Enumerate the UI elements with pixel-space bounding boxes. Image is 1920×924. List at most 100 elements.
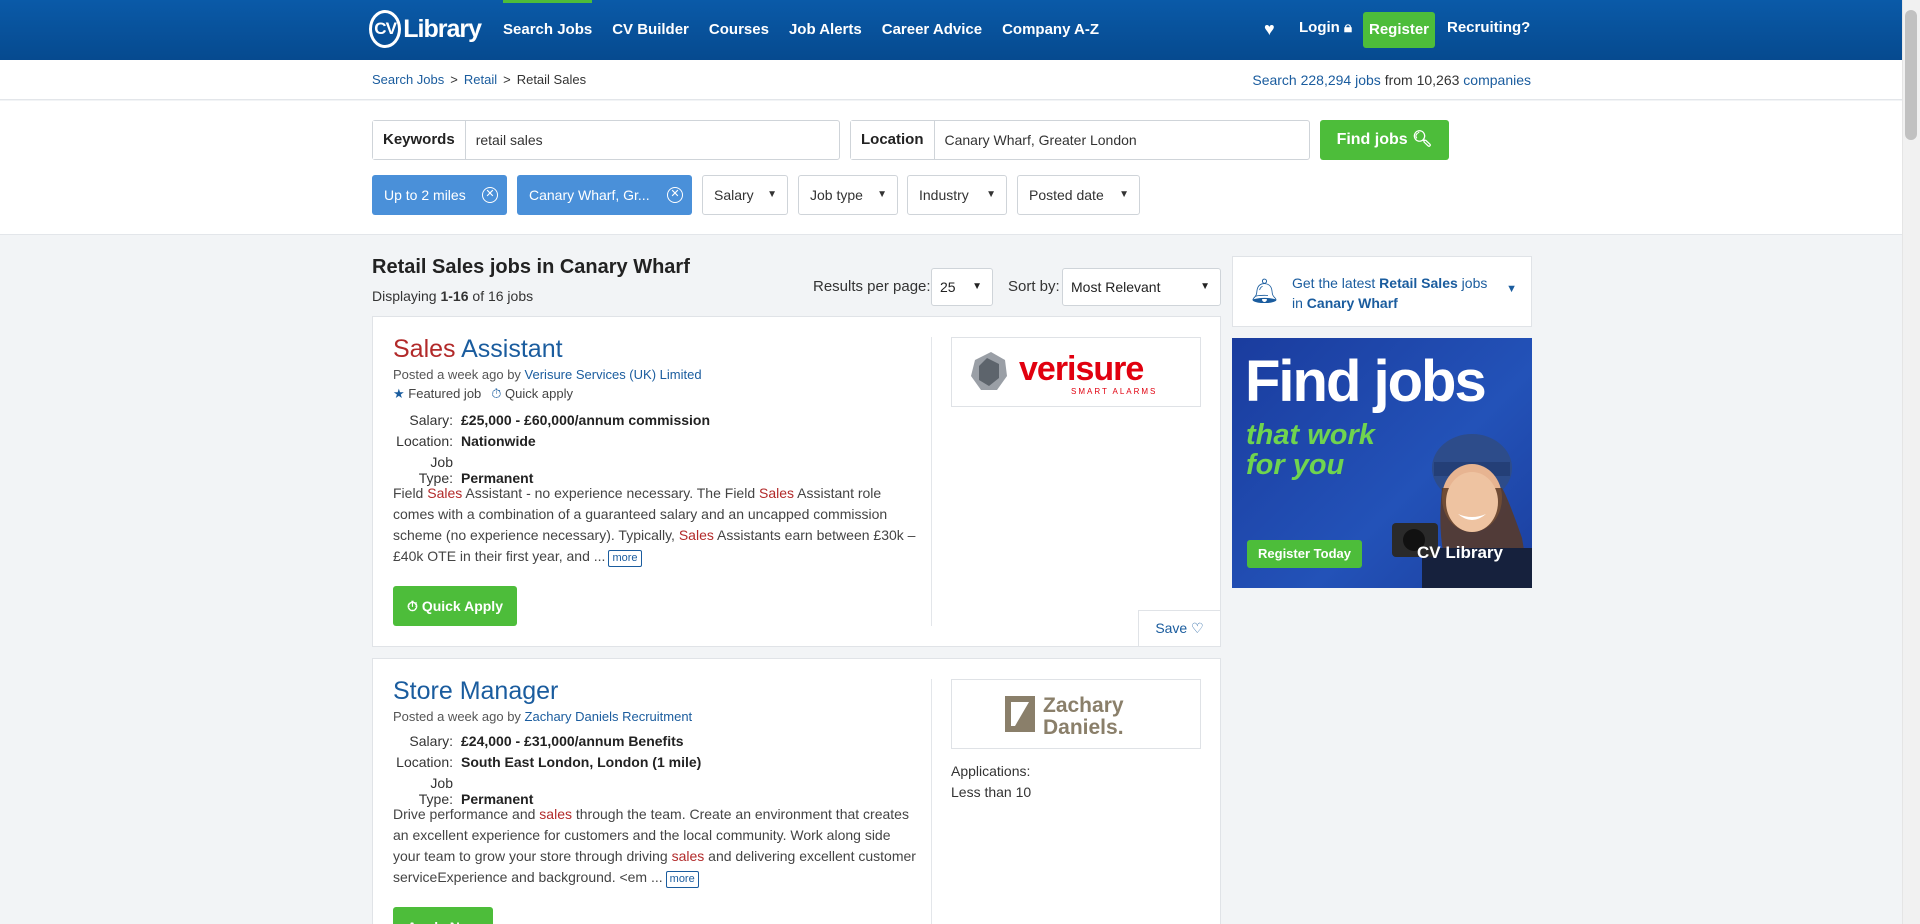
close-icon[interactable]: ✕ — [667, 187, 683, 203]
nav-company-a-z[interactable]: Company A-Z — [1002, 0, 1099, 60]
stopwatch-icon: ⏱︎ — [407, 598, 418, 614]
apply-now-button[interactable]: Apply Now — [393, 907, 494, 924]
cv-library-logo[interactable]: CV Library — [369, 8, 482, 50]
posted-date-dropdown-label: Posted date — [1029, 187, 1104, 203]
job-salary: Salary: £25,000 - £60,000/annum commissio… — [393, 412, 710, 428]
ad-headline: Find jobs — [1245, 349, 1487, 414]
search-panel: Keywords Location Find jobs 🔍︎ Up to 2 m… — [0, 101, 1902, 235]
salary-key: Salary: — [409, 412, 453, 428]
salary-value: £25,000 - £60,000/annum commission — [461, 412, 711, 428]
company-logo[interactable]: Zachary Daniels. — [951, 679, 1201, 749]
job-posted-text: Posted a week ago by — [393, 709, 521, 724]
job-type: Job Type: Permanent — [393, 454, 534, 486]
location-input[interactable] — [934, 121, 1309, 159]
job-type-dropdown-label: Job type — [810, 187, 863, 203]
jobcount-jobs: 228,294 — [1300, 72, 1352, 88]
chevron-down-icon: ▼ — [1119, 189, 1129, 200]
job-card: Store Manager Posted a week ago by Zacha… — [372, 658, 1221, 924]
register-button[interactable]: Register — [1363, 12, 1435, 48]
more-button[interactable]: more — [665, 871, 699, 888]
results-of: of 16 jobs — [472, 288, 534, 304]
job-location: Location: Nationwide — [393, 433, 536, 449]
login-label: Login — [1299, 19, 1340, 36]
close-icon[interactable]: ✕ — [482, 187, 498, 203]
sort-by-value: Most Relevant — [1071, 279, 1161, 295]
chevron-down-icon: ▼ — [877, 189, 887, 200]
ad-subheadline: that work for you — [1246, 420, 1375, 480]
quick-apply-button[interactable]: ⏱︎ Quick Apply — [393, 586, 517, 626]
more-button[interactable]: more — [608, 550, 642, 567]
industry-dropdown[interactable]: Industry ▼ — [907, 175, 1007, 215]
heart-icon[interactable]: ♥ — [1264, 19, 1275, 40]
location-key: Location: — [396, 754, 453, 770]
chevron-down-icon: ▼ — [767, 189, 777, 200]
job-title-link[interactable]: Store Manager — [393, 677, 558, 706]
nav-job-alerts[interactable]: Job Alerts — [789, 0, 862, 60]
job-salary: Salary: £24,000 - £31,000/annum Benefits — [393, 733, 684, 749]
star-icon: ★ — [393, 386, 405, 401]
card-divider — [931, 337, 932, 626]
job-alert-box[interactable]: 🔔︎ Get the latest Retail Sales jobs in C… — [1232, 256, 1532, 327]
job-type-dropdown[interactable]: Job type ▼ — [798, 175, 898, 215]
ad-subheadline-line1: that work — [1246, 419, 1375, 451]
ad-register-button[interactable]: Register Today — [1247, 540, 1362, 568]
nav-courses[interactable]: Courses — [709, 0, 769, 60]
alert-pre: Get the latest — [1292, 275, 1376, 291]
job-type: Job Type: Permanent — [393, 775, 534, 807]
scrollbar-thumb[interactable] — [1905, 10, 1917, 140]
filter-chip-distance[interactable]: Up to 2 miles ✕ — [372, 175, 507, 215]
company-link[interactable]: Verisure Services (UK) Limited — [525, 367, 702, 382]
advert-banner[interactable]: Find jobs that work for you Register Tod… — [1232, 338, 1532, 588]
card-divider — [931, 679, 932, 924]
featured-label: Featured job — [408, 386, 482, 401]
breadcrumb-search-jobs[interactable]: Search Jobs — [372, 72, 444, 87]
chevron-down-icon: ▼ — [1506, 283, 1517, 295]
keywords-label: Keywords — [373, 121, 466, 159]
recruiting-link[interactable]: Recruiting? — [1447, 19, 1530, 36]
smiling-woman-illustration — [1392, 434, 1532, 588]
results-per-page-select[interactable]: 25 ▼ — [931, 268, 993, 306]
quick-apply-button-label: Quick Apply — [421, 598, 503, 614]
jobcount-from: from — [1384, 72, 1413, 88]
search-icon: 🔍︎ — [1412, 131, 1433, 148]
find-jobs-label: Find jobs — [1336, 131, 1408, 148]
location-key: Location: — [396, 433, 453, 449]
company-logo[interactable]: verisure SMART ALARMS — [951, 337, 1201, 407]
job-title-link[interactable]: Sales Assistant — [393, 335, 563, 364]
location-value: South East London, London (1 mile) — [461, 754, 702, 770]
save-job-button[interactable]: Save ♡ — [1138, 610, 1221, 647]
job-posted-text: Posted a week ago by — [393, 367, 521, 382]
applications-info: Applications: Less than 10 — [951, 761, 1031, 803]
jobcount-companies: 10,263 — [1416, 72, 1460, 88]
total-job-count[interactable]: Search 228,294 jobs from 10,263 companie… — [1252, 72, 1531, 88]
alert-keyword: Retail Sales — [1379, 275, 1458, 291]
posted-date-dropdown[interactable]: Posted date ▼ — [1017, 175, 1140, 215]
desc-highlight: Sales — [759, 485, 795, 501]
job-description: Field Sales Assistant - no experience ne… — [393, 483, 918, 567]
jobcount-jobs-word: jobs — [1355, 72, 1381, 88]
verisure-logo-icon: verisure SMART ALARMS — [971, 350, 1155, 396]
location-field: Location — [850, 120, 1310, 160]
nav-cv-builder[interactable]: CV Builder — [612, 0, 689, 60]
featured-badge: ★ Featured job — [393, 386, 481, 402]
industry-dropdown-label: Industry — [919, 187, 969, 203]
find-jobs-button[interactable]: Find jobs 🔍︎ — [1320, 120, 1449, 160]
desc-highlight: sales — [671, 848, 705, 864]
filter-chip-location[interactable]: Canary Wharf, Gr... ✕ — [517, 175, 692, 215]
salary-dropdown[interactable]: Salary ▼ — [702, 175, 788, 215]
nav-career-advice[interactable]: Career Advice — [882, 0, 982, 60]
breadcrumb-retail[interactable]: Retail — [464, 72, 497, 87]
sort-by-label: Sort by: — [1008, 278, 1060, 295]
jobcount-pre: Search — [1252, 72, 1297, 88]
ad-cv-library-logo: CV Library — [1417, 543, 1503, 562]
daniels-wordmark: Daniels. — [1043, 716, 1124, 739]
sort-by-select[interactable]: Most Relevant ▼ — [1062, 268, 1221, 306]
company-link[interactable]: Zachary Daniels Recruitment — [525, 709, 693, 724]
salary-value: £24,000 - £31,000/annum Benefits — [461, 733, 684, 749]
login-link[interactable]: Login 🔒︎ — [1299, 19, 1352, 36]
keywords-input[interactable] — [465, 121, 839, 159]
jobcount-companies-word: companies — [1463, 72, 1531, 88]
applications-label: Applications: — [951, 763, 1031, 779]
desc-highlight: Sales — [678, 527, 714, 543]
nav-search-jobs[interactable]: Search Jobs — [503, 0, 593, 60]
